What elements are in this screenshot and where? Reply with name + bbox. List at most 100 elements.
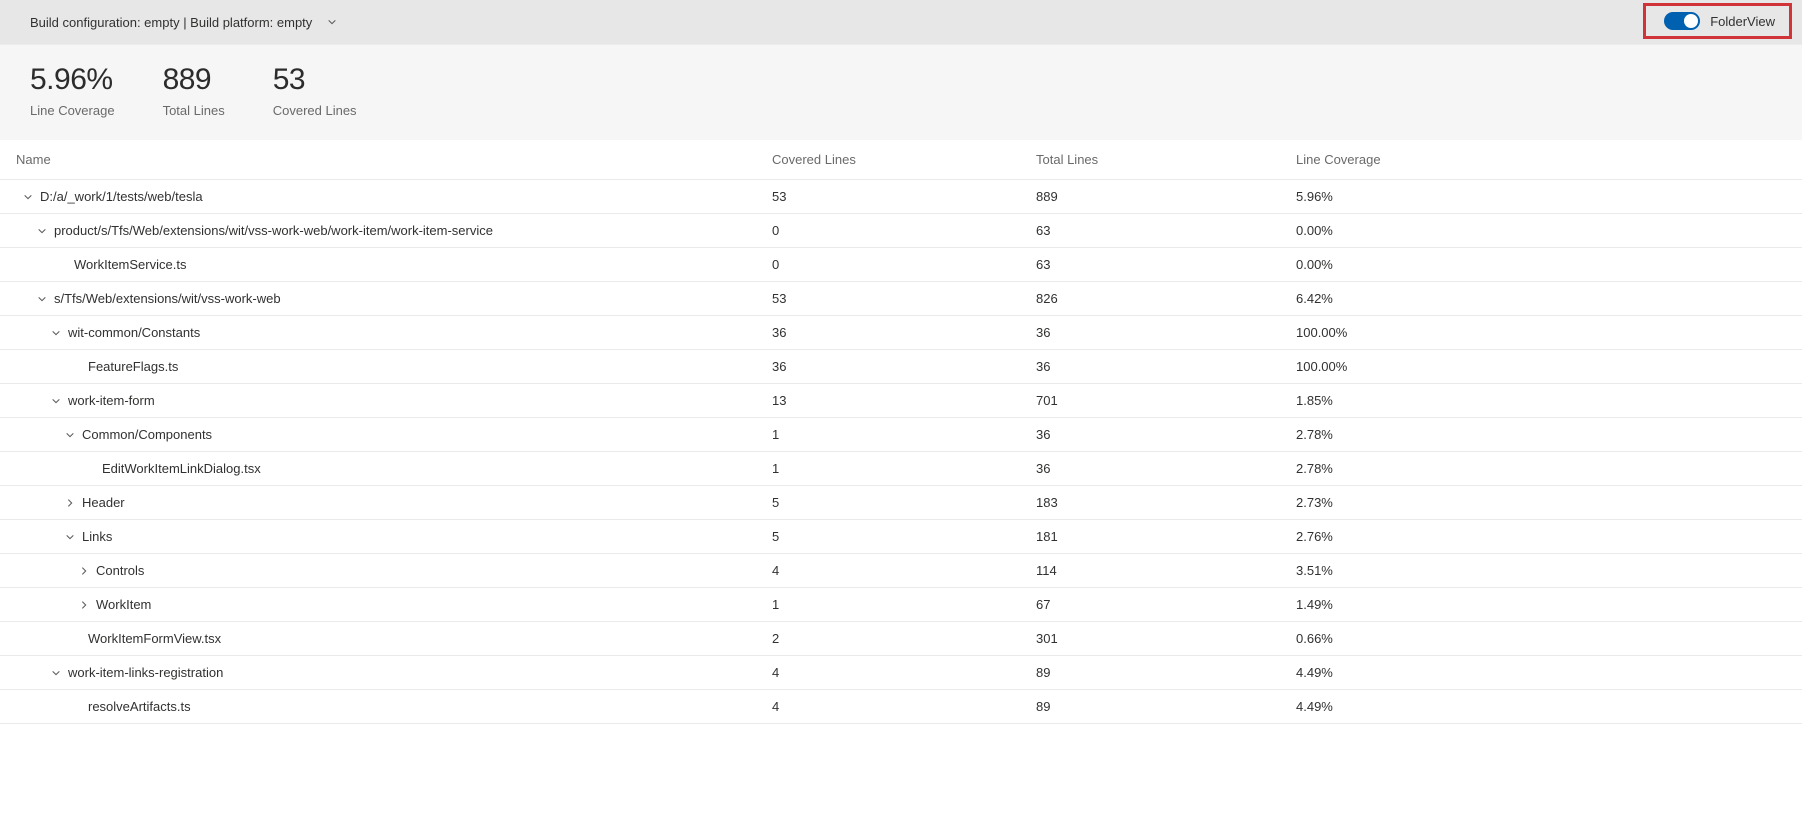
table-row[interactable]: WorkItem 1671.49% — [0, 588, 1802, 622]
cell-total-lines: 301 — [1036, 631, 1296, 646]
table-row[interactable]: D:/a/_work/1/tests/web/tesla538895.96% — [0, 180, 1802, 214]
table-row[interactable]: product/s/Tfs/Web/extensions/wit/vss-wor… — [0, 214, 1802, 248]
cell-name: product/s/Tfs/Web/extensions/wit/vss-wor… — [16, 223, 772, 238]
chevron-down-icon[interactable] — [64, 531, 76, 543]
row-name-text: Common/Components — [82, 427, 212, 442]
column-header-name[interactable]: Name — [16, 152, 772, 167]
build-config-dropdown[interactable]: Build configuration: empty | Build platf… — [30, 15, 338, 30]
table-row[interactable]: Links 51812.76% — [0, 520, 1802, 554]
column-header-coverage[interactable]: Line Coverage — [1296, 152, 1786, 167]
cell-covered-lines: 36 — [772, 325, 1036, 340]
table-body: D:/a/_work/1/tests/web/tesla538895.96%pr… — [0, 180, 1802, 724]
table-row[interactable]: work-item-links-registration4894.49% — [0, 656, 1802, 690]
chevron-right-icon[interactable] — [78, 565, 90, 577]
cell-name: wit-common/Constants — [16, 325, 772, 340]
table-row[interactable]: WorkItemService.ts0630.00% — [0, 248, 1802, 282]
cell-name: WorkItemService.ts — [16, 257, 772, 272]
cell-line-coverage: 0.00% — [1296, 223, 1786, 238]
row-name-text: work-item-form — [68, 393, 155, 408]
cell-line-coverage: 100.00% — [1296, 325, 1786, 340]
stat-label: Covered Lines — [273, 103, 357, 118]
cell-total-lines: 181 — [1036, 529, 1296, 544]
stats-bar: 5.96% Line Coverage 889 Total Lines 53 C… — [0, 44, 1802, 140]
table-row[interactable]: Common/Components1362.78% — [0, 418, 1802, 452]
column-header-covered[interactable]: Covered Lines — [772, 152, 1036, 167]
chevron-right-icon[interactable] — [64, 497, 76, 509]
cell-name: Links — [16, 529, 772, 544]
cell-covered-lines: 4 — [772, 563, 1036, 578]
row-name-text: Links — [82, 529, 112, 544]
chevron-down-icon[interactable] — [36, 225, 48, 237]
cell-total-lines: 36 — [1036, 427, 1296, 442]
cell-total-lines: 36 — [1036, 325, 1296, 340]
table-row[interactable]: resolveArtifacts.ts4894.49% — [0, 690, 1802, 724]
table-row[interactable]: work-item-form137011.85% — [0, 384, 1802, 418]
cell-name: WorkItem — [16, 597, 772, 612]
cell-name: EditWorkItemLinkDialog.tsx — [16, 461, 772, 476]
cell-covered-lines: 2 — [772, 631, 1036, 646]
table-row[interactable]: Header51832.73% — [0, 486, 1802, 520]
row-name-text: EditWorkItemLinkDialog.tsx — [102, 461, 261, 476]
cell-line-coverage: 4.49% — [1296, 699, 1786, 714]
cell-total-lines: 36 — [1036, 359, 1296, 374]
cell-covered-lines: 0 — [772, 257, 1036, 272]
cell-line-coverage: 2.73% — [1296, 495, 1786, 510]
table-row[interactable]: Controls 41143.51% — [0, 554, 1802, 588]
chevron-down-icon[interactable] — [64, 429, 76, 441]
cell-name: Header — [16, 495, 772, 510]
row-name-text: Controls — [96, 563, 144, 578]
table-row[interactable]: EditWorkItemLinkDialog.tsx1362.78% — [0, 452, 1802, 486]
cell-total-lines: 63 — [1036, 257, 1296, 272]
row-name-text: product/s/Tfs/Web/extensions/wit/vss-wor… — [54, 223, 493, 238]
cell-total-lines: 36 — [1036, 461, 1296, 476]
chevron-right-icon[interactable] — [78, 599, 90, 611]
cell-line-coverage: 1.49% — [1296, 597, 1786, 612]
cell-covered-lines: 1 — [772, 427, 1036, 442]
cell-name: s/Tfs/Web/extensions/wit/vss-work-web — [16, 291, 772, 306]
cell-line-coverage: 3.51% — [1296, 563, 1786, 578]
cell-total-lines: 67 — [1036, 597, 1296, 612]
cell-line-coverage: 1.85% — [1296, 393, 1786, 408]
cell-line-coverage: 4.49% — [1296, 665, 1786, 680]
chevron-down-icon[interactable] — [22, 191, 34, 203]
cell-name: FeatureFlags.ts — [16, 359, 772, 374]
cell-total-lines: 89 — [1036, 699, 1296, 714]
cell-line-coverage: 100.00% — [1296, 359, 1786, 374]
build-config-text: Build configuration: empty | Build platf… — [30, 15, 312, 30]
cell-covered-lines: 4 — [772, 665, 1036, 680]
row-name-text: s/Tfs/Web/extensions/wit/vss-work-web — [54, 291, 281, 306]
cell-total-lines: 114 — [1036, 563, 1296, 578]
cell-covered-lines: 13 — [772, 393, 1036, 408]
cell-line-coverage: 0.66% — [1296, 631, 1786, 646]
folderview-label: FolderView — [1710, 14, 1775, 29]
table-row[interactable]: wit-common/Constants3636100.00% — [0, 316, 1802, 350]
table-row[interactable]: s/Tfs/Web/extensions/wit/vss-work-web538… — [0, 282, 1802, 316]
cell-name: work-item-links-registration — [16, 665, 772, 680]
stat-label: Total Lines — [163, 103, 225, 118]
column-header-total[interactable]: Total Lines — [1036, 152, 1296, 167]
row-name-text: work-item-links-registration — [68, 665, 223, 680]
folderview-toggle[interactable] — [1664, 12, 1700, 30]
cell-name: Controls — [16, 563, 772, 578]
table-row[interactable]: FeatureFlags.ts3636100.00% — [0, 350, 1802, 384]
chevron-down-icon[interactable] — [50, 327, 62, 339]
cell-covered-lines: 1 — [772, 597, 1036, 612]
cell-name: resolveArtifacts.ts — [16, 699, 772, 714]
cell-line-coverage: 5.96% — [1296, 189, 1786, 204]
chevron-down-icon[interactable] — [36, 293, 48, 305]
cell-name: WorkItemFormView.tsx — [16, 631, 772, 646]
table-row[interactable]: WorkItemFormView.tsx23010.66% — [0, 622, 1802, 656]
table-header-row: Name Covered Lines Total Lines Line Cove… — [0, 140, 1802, 180]
chevron-down-icon[interactable] — [50, 667, 62, 679]
cell-covered-lines: 36 — [772, 359, 1036, 374]
chevron-down-icon[interactable] — [50, 395, 62, 407]
cell-covered-lines: 5 — [772, 529, 1036, 544]
row-name-text: WorkItem — [96, 597, 151, 612]
folderview-highlight-box: FolderView — [1643, 3, 1792, 39]
stat-value: 53 — [273, 63, 357, 97]
stat-value: 889 — [163, 63, 225, 97]
cell-line-coverage: 2.76% — [1296, 529, 1786, 544]
cell-total-lines: 826 — [1036, 291, 1296, 306]
cell-total-lines: 889 — [1036, 189, 1296, 204]
cell-total-lines: 63 — [1036, 223, 1296, 238]
